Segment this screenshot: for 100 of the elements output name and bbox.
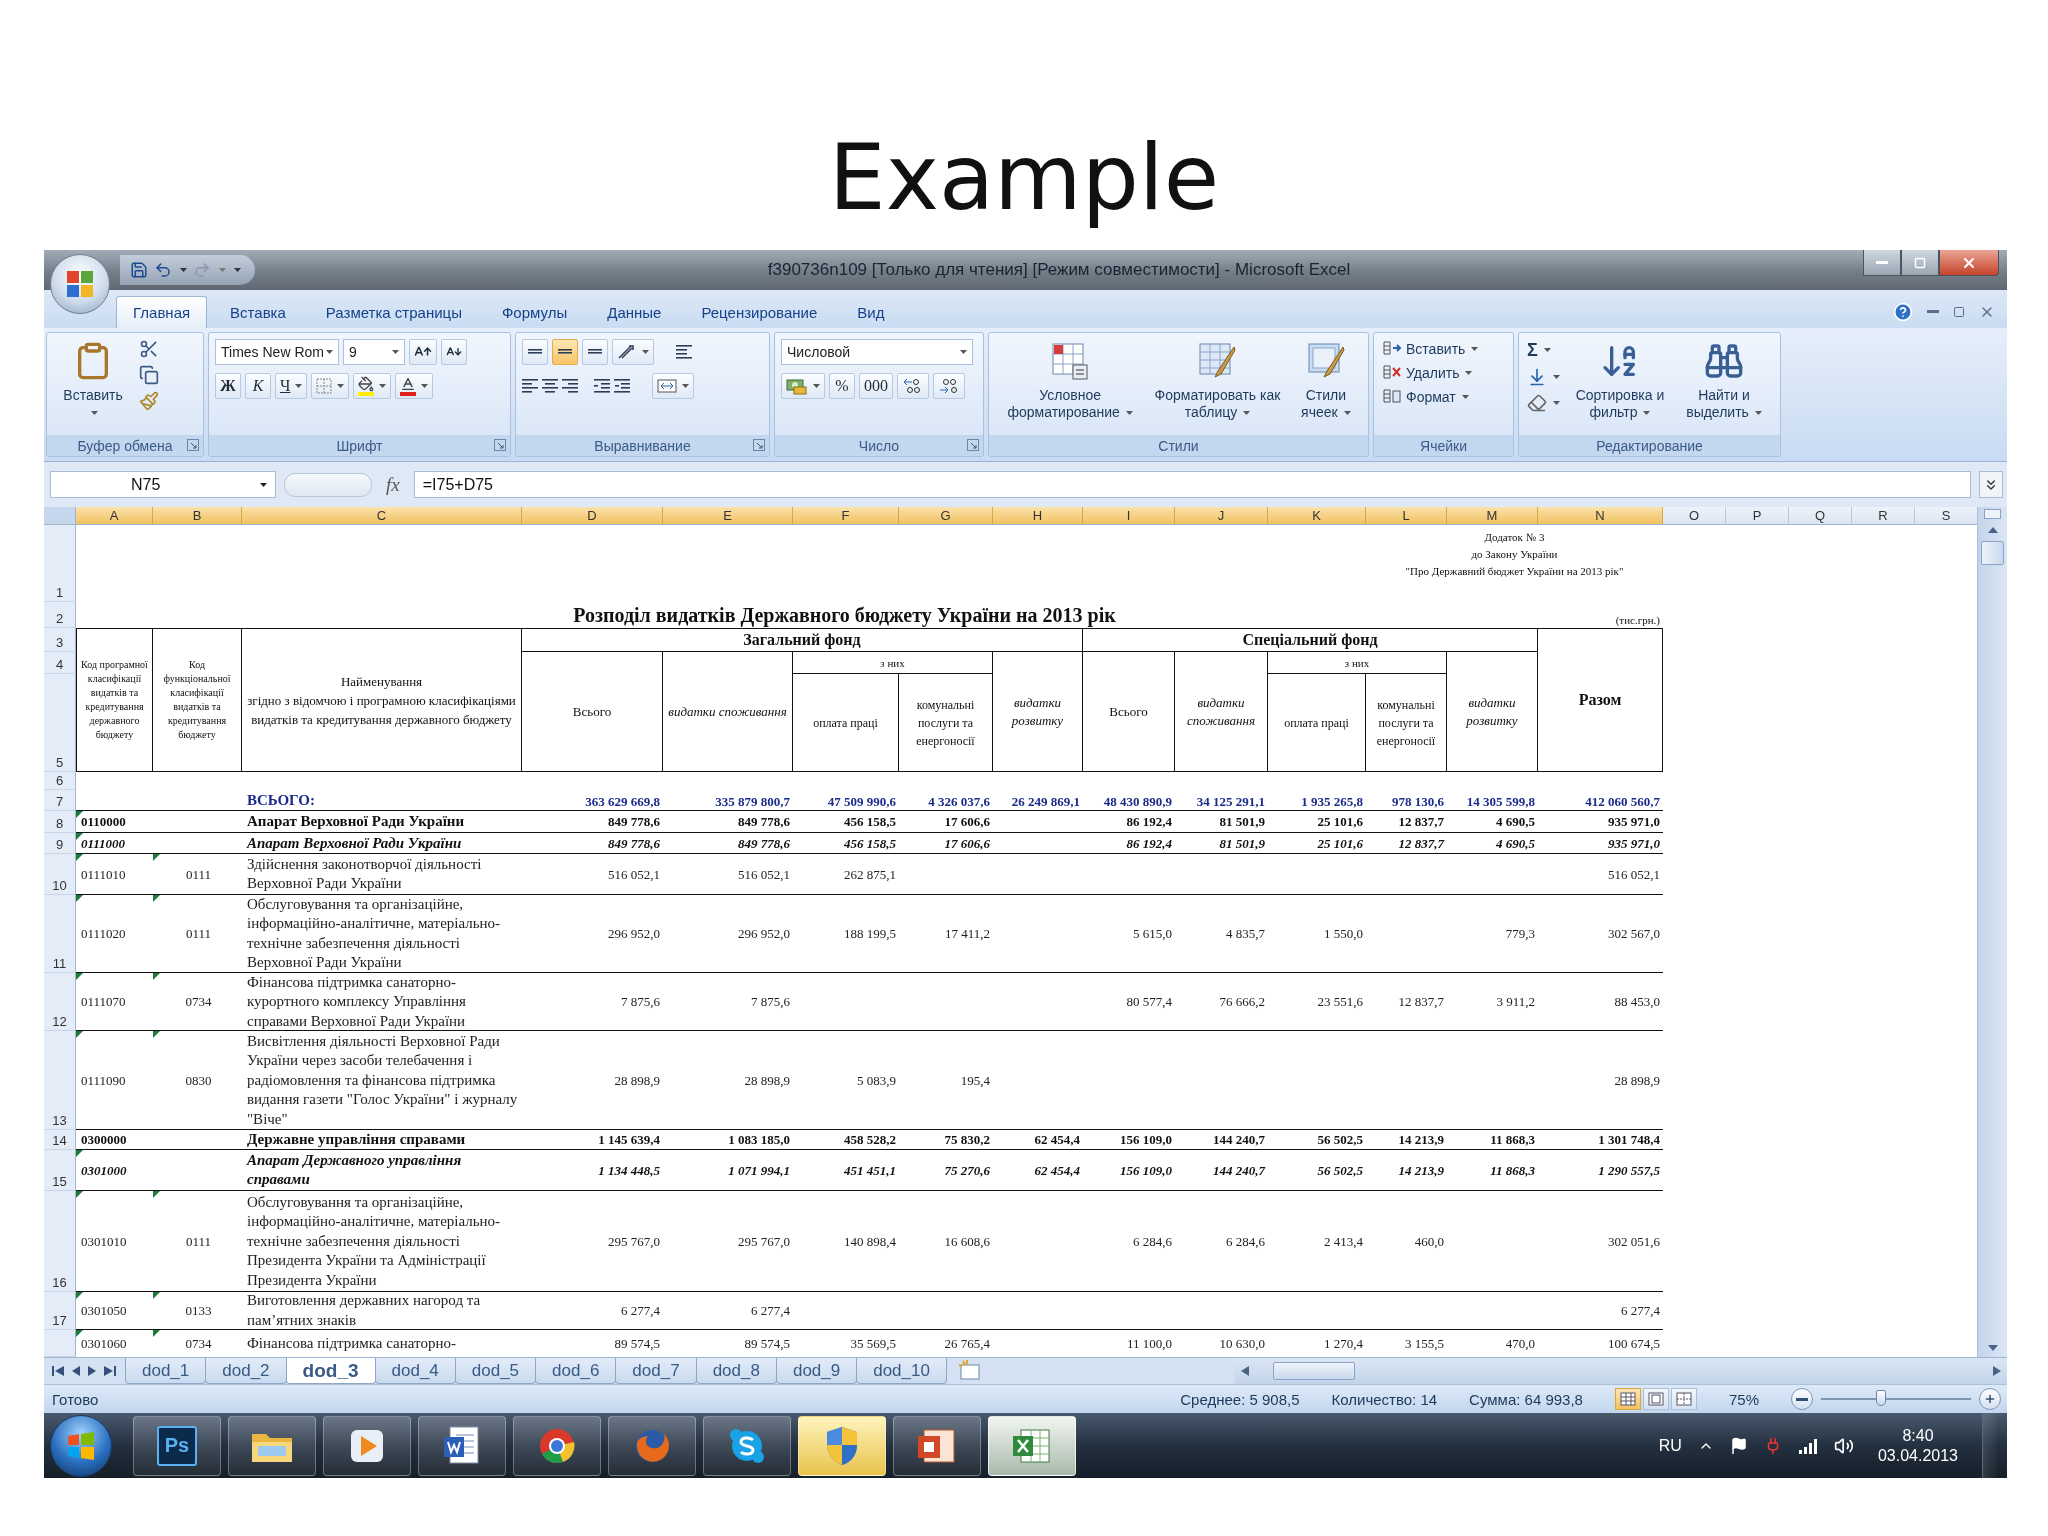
- paste-button[interactable]: Вставить: [53, 338, 133, 423]
- last-sheet-icon[interactable]: [104, 1366, 116, 1377]
- orientation-button[interactable]: [612, 338, 654, 365]
- clock[interactable]: 8:40 03.04.2013: [1869, 1426, 1966, 1465]
- cells-menu-button[interactable]: Формат: [1380, 386, 1481, 407]
- view-button[interactable]: [1642, 1388, 1669, 1411]
- scroll-thumb[interactable]: [1273, 1362, 1355, 1381]
- cells-menu-button[interactable]: Вставить: [1380, 338, 1481, 359]
- taskbar-button[interactable]: [323, 1415, 411, 1476]
- italic-button[interactable]: К: [245, 372, 271, 399]
- vertical-align-button[interactable]: [522, 338, 548, 365]
- taskbar-button[interactable]: Ps: [133, 1415, 221, 1476]
- row-number[interactable]: 4: [44, 652, 76, 675]
- dialog-launcher-icon[interactable]: [753, 439, 765, 452]
- vertical-align-button[interactable]: [582, 338, 608, 365]
- row-number[interactable]: 5: [44, 674, 76, 773]
- column-header[interactable]: B: [153, 507, 242, 526]
- column-header[interactable]: Q: [1789, 507, 1852, 526]
- zoom-in-button[interactable]: [1979, 1388, 2001, 1411]
- row-number[interactable]: 9: [44, 833, 76, 855]
- flag-icon[interactable]: [1729, 1436, 1748, 1455]
- help-icon[interactable]: [1893, 301, 1913, 322]
- sheet-tab[interactable]: dod_7: [615, 1358, 697, 1385]
- taskbar-button[interactable]: [703, 1415, 791, 1476]
- row-number[interactable]: 10: [44, 854, 76, 896]
- copy-icon[interactable]: [139, 364, 159, 385]
- number-format-field[interactable]: Числовой: [781, 338, 973, 365]
- column-header[interactable]: R: [1852, 507, 1915, 526]
- save-icon[interactable]: [130, 260, 148, 279]
- column-header[interactable]: P: [1726, 507, 1789, 526]
- paintbrush-icon[interactable]: [139, 390, 159, 411]
- currency-format-button[interactable]: [781, 372, 825, 399]
- ribbon-tab[interactable]: Вставка: [213, 295, 303, 328]
- row-number[interactable]: 6: [44, 772, 76, 791]
- wrap-text-icon[interactable]: [676, 345, 692, 359]
- column-header[interactable]: M: [1447, 507, 1538, 526]
- dialog-launcher-icon[interactable]: [494, 439, 506, 452]
- decrease-decimal-button[interactable]: [933, 372, 965, 399]
- cells-menu-button[interactable]: Удалить: [1380, 362, 1481, 383]
- name-box[interactable]: N75: [50, 471, 276, 499]
- taskbar-button[interactable]: [893, 1415, 981, 1476]
- row-number[interactable]: 12: [44, 973, 76, 1032]
- signal-bars-icon[interactable]: [1797, 1437, 1818, 1454]
- underline-button[interactable]: Ч: [275, 372, 308, 399]
- sheet-tab[interactable]: dod_4: [374, 1358, 456, 1385]
- row-number[interactable]: 16: [44, 1191, 76, 1293]
- row-number[interactable]: 1: [44, 525, 76, 603]
- restore-icon[interactable]: [1953, 305, 1965, 318]
- ribbon-tab[interactable]: Вид: [840, 295, 902, 328]
- column-header[interactable]: F: [793, 507, 899, 526]
- thousands-button[interactable]: 000: [859, 372, 893, 399]
- percent-button[interactable]: %: [829, 372, 855, 399]
- taskbar-button[interactable]: [228, 1415, 316, 1476]
- row-number[interactable]: 3: [44, 628, 76, 653]
- sheet-tab[interactable]: dod_5: [454, 1358, 537, 1385]
- align-left-icon[interactable]: [522, 379, 538, 393]
- minimize-icon[interactable]: [1927, 310, 1939, 314]
- vertical-scrollbar[interactable]: [1977, 507, 2007, 1358]
- zoom-slider-thumb[interactable]: [1876, 1390, 1886, 1407]
- column-header[interactable]: S: [1915, 507, 1977, 526]
- row-number[interactable]: 11: [44, 895, 76, 974]
- ribbon-tab[interactable]: Данные: [590, 295, 679, 328]
- sheet-tab[interactable]: dod_3: [285, 1358, 376, 1385]
- insert-function-button[interactable]: fx: [380, 473, 406, 496]
- column-header[interactable]: H: [993, 507, 1083, 526]
- horizontal-scrollbar[interactable]: [1235, 1358, 2007, 1385]
- style-button[interactable]: Стили ячеек: [1289, 338, 1362, 423]
- left-arrow-icon[interactable]: [1241, 1366, 1249, 1377]
- autosum-button[interactable]: Σ: [1525, 338, 1562, 362]
- fill-color-button[interactable]: [353, 372, 392, 399]
- sheet-tab[interactable]: dod_8: [695, 1358, 777, 1385]
- ribbon-tab[interactable]: Рецензирование: [684, 295, 835, 328]
- column-header[interactable]: K: [1268, 507, 1366, 526]
- vertical-align-button[interactable]: [552, 338, 578, 365]
- dialog-launcher-icon[interactable]: [187, 439, 199, 452]
- row-number[interactable]: 8: [44, 811, 76, 834]
- sheet-tab[interactable]: dod_6: [535, 1358, 617, 1385]
- row-number[interactable]: 17: [44, 1292, 76, 1331]
- formula-bar-grip[interactable]: [284, 472, 372, 497]
- align-right-icon[interactable]: [562, 379, 578, 393]
- column-header[interactable]: C: [242, 507, 522, 526]
- style-button[interactable]: Условное форматирование: [995, 338, 1146, 423]
- find-select-button[interactable]: Найти и выделить: [1678, 338, 1770, 423]
- merge-button[interactable]: [652, 372, 694, 399]
- sheet-tab[interactable]: dod_9: [775, 1358, 858, 1385]
- row-number[interactable]: 14: [44, 1130, 76, 1151]
- zoom-out-button[interactable]: [1791, 1388, 1813, 1411]
- column-header[interactable]: E: [663, 507, 793, 526]
- column-header[interactable]: J: [1175, 507, 1268, 526]
- sheet-tab[interactable]: dod_2: [205, 1358, 287, 1385]
- formula-field[interactable]: =I75+D75: [413, 471, 1971, 499]
- restore-button[interactable]: [1901, 250, 1939, 276]
- column-header[interactable]: N: [1538, 507, 1663, 526]
- expand-formula-button[interactable]: [1979, 471, 2003, 499]
- dialog-launcher-icon[interactable]: [967, 439, 979, 452]
- font-name-field[interactable]: Times New Rom: [215, 338, 339, 365]
- previous-sheet-icon[interactable]: [72, 1366, 80, 1377]
- close-button[interactable]: [1939, 250, 1999, 276]
- column-header[interactable]: G: [899, 507, 993, 526]
- column-header[interactable]: L: [1366, 507, 1447, 526]
